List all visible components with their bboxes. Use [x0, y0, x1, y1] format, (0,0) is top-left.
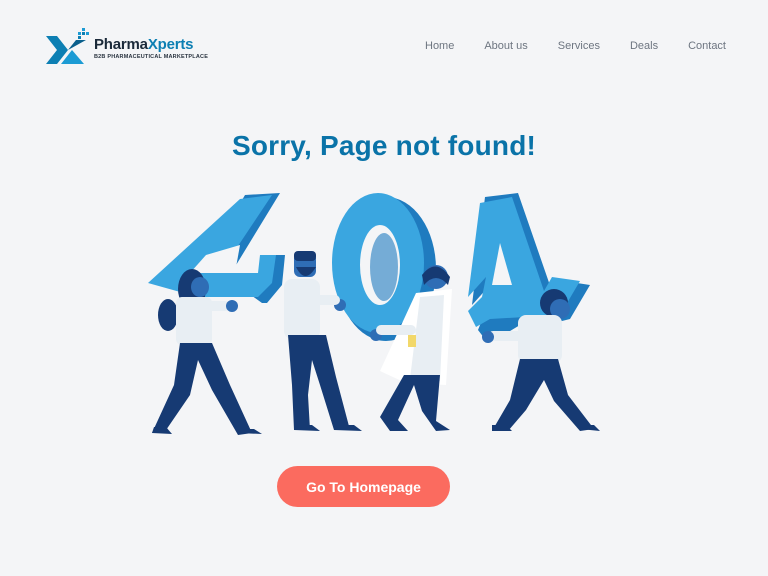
logo[interactable]: PharmaXperts B2B PHARMACEUTICAL MARKETPL… — [44, 28, 208, 68]
main-nav: Home About us Services Deals Contact — [395, 40, 726, 52]
x-logo-icon — [46, 28, 89, 64]
brand-tagline: B2B PHARMACEUTICAL MARKETPLACE — [94, 54, 209, 60]
digit-four-left — [148, 193, 285, 303]
nav-home-link[interactable]: Home — [425, 40, 454, 52]
nav-deals-link[interactable]: Deals — [630, 40, 658, 52]
go-to-homepage-button[interactable]: Go To Homepage — [277, 466, 450, 507]
header: PharmaXperts B2B PHARMACEUTICAL MARKETPL… — [0, 0, 768, 96]
404-illustration — [148, 193, 600, 435]
nav-about-link[interactable]: About us — [484, 40, 527, 52]
nav-contact-link[interactable]: Contact — [688, 40, 726, 52]
page-title: Sorry, Page not found! — [231, 130, 537, 161]
logo-text: PharmaXperts B2B PHARMACEUTICAL MARKETPL… — [94, 36, 208, 60]
brand-name: PharmaXperts — [94, 36, 194, 53]
nav-services-link[interactable]: Services — [558, 40, 600, 52]
